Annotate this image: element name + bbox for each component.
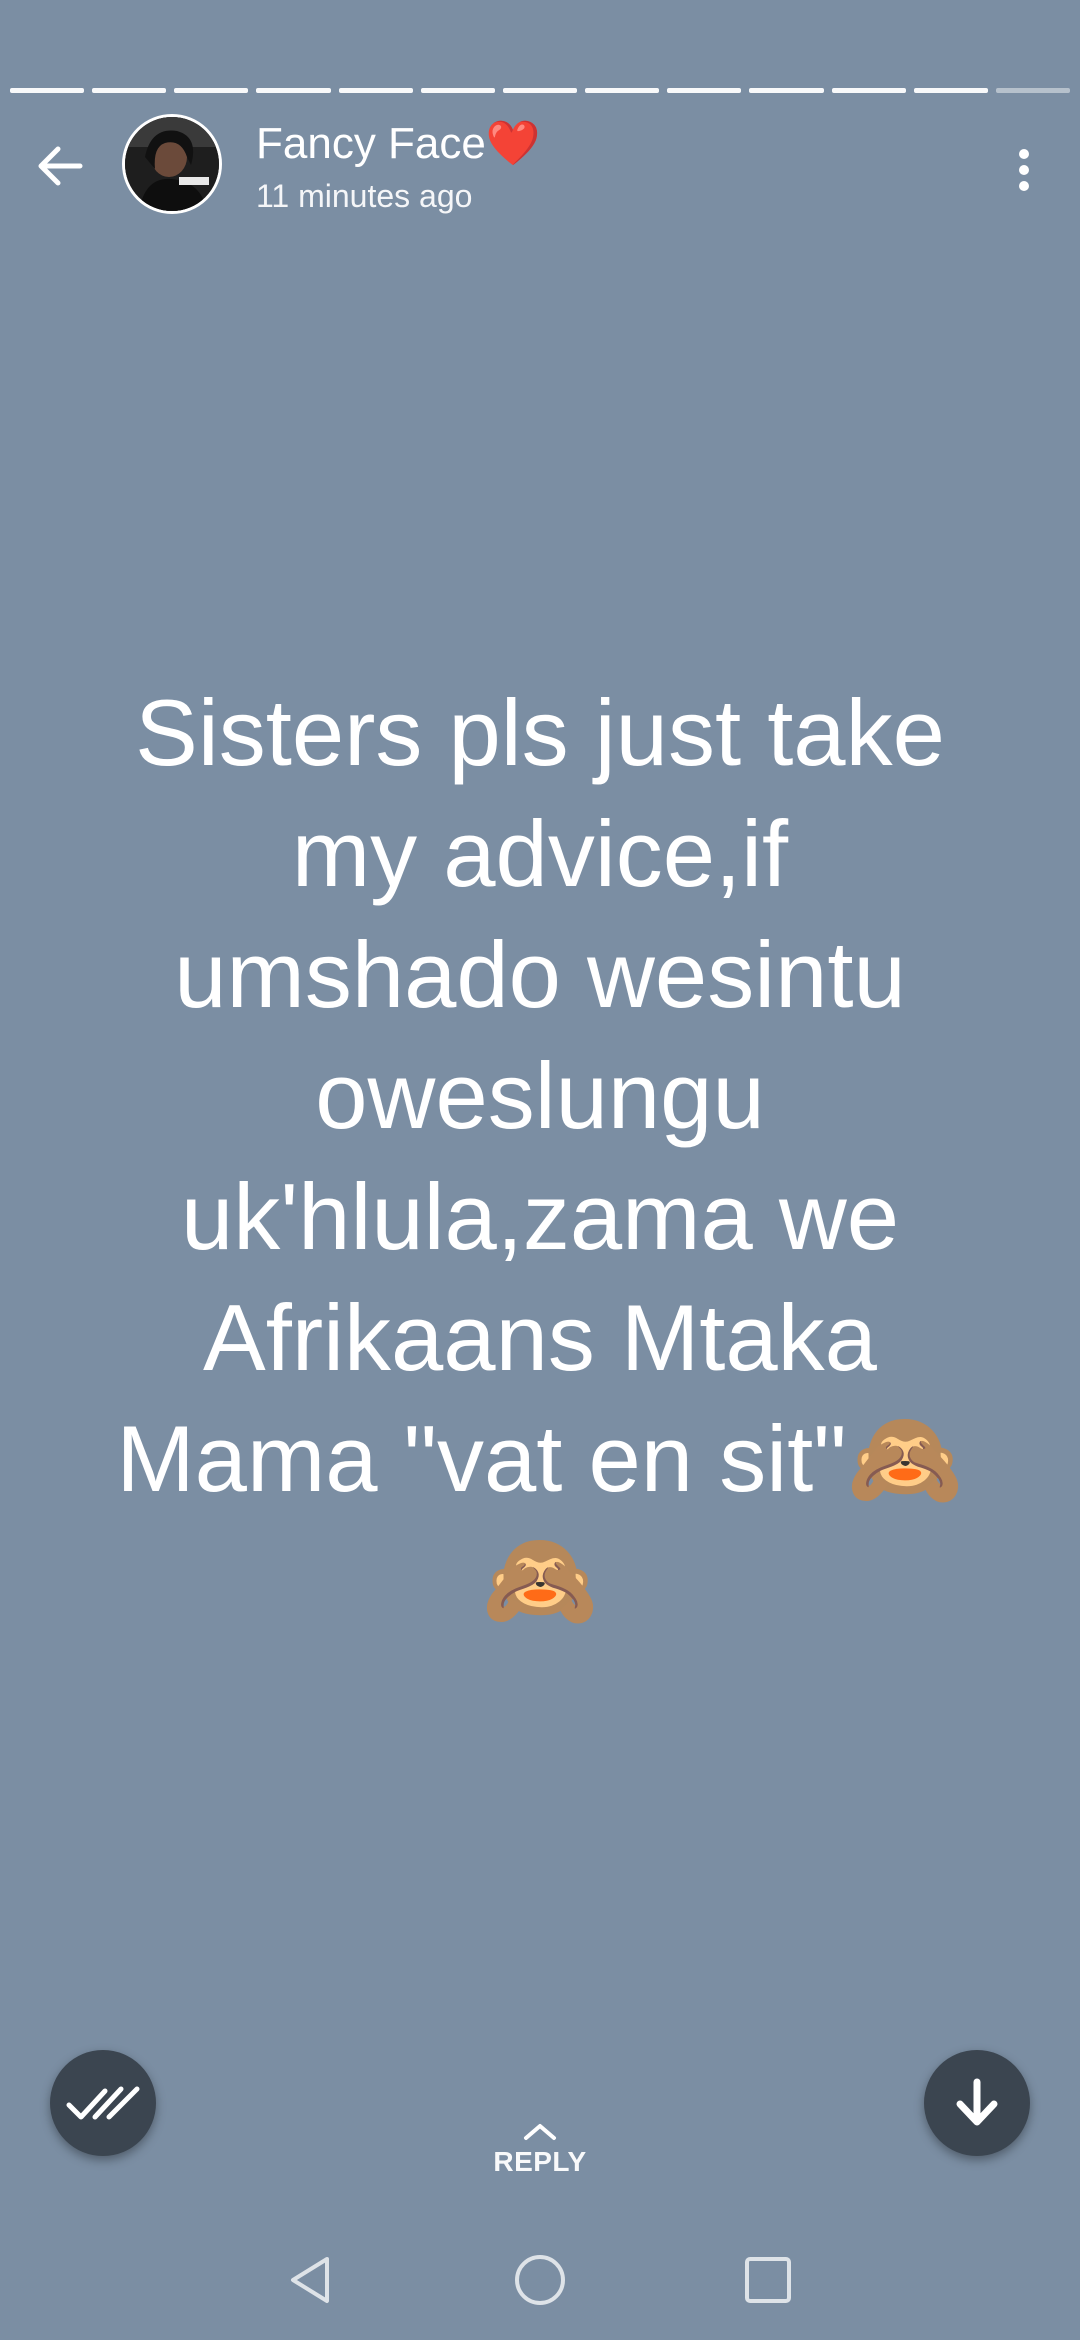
progress-segment xyxy=(338,88,413,93)
progress-segment xyxy=(10,88,85,93)
progress-segment xyxy=(667,88,742,93)
progress-segment xyxy=(502,88,578,93)
progress-segment xyxy=(256,88,331,93)
reply-button[interactable]: REPLY xyxy=(440,2118,640,2198)
triangle-back-icon xyxy=(291,2257,329,2303)
progress-segment xyxy=(913,88,988,93)
square-recents-icon xyxy=(745,2257,791,2303)
status-viewer: Fancy Face❤️ 11 minutes ago Sisters pls … xyxy=(0,0,1080,2340)
reply-label: REPLY xyxy=(493,2146,587,2177)
nav-home-button[interactable] xyxy=(510,2250,570,2310)
progress-segment xyxy=(995,88,1071,93)
nav-recents-button[interactable] xyxy=(738,2250,798,2310)
download-button[interactable] xyxy=(924,2050,1030,2156)
circle-home-icon xyxy=(515,2255,565,2305)
double-check-icon xyxy=(66,2086,140,2120)
status-timestamp: 11 minutes ago xyxy=(256,178,473,214)
more-options-button[interactable] xyxy=(1000,134,1048,206)
avatar-photo xyxy=(125,117,219,211)
nav-back-button[interactable] xyxy=(280,2250,340,2310)
system-navigation-bar xyxy=(0,2220,1080,2340)
progress-segment xyxy=(749,88,824,93)
progress-segment xyxy=(585,88,660,93)
chevron-up-icon xyxy=(524,2124,556,2140)
contact-name-text: Fancy Face xyxy=(256,119,486,168)
progress-segment xyxy=(174,88,249,93)
progress-segment xyxy=(92,88,167,93)
contact-name: Fancy Face❤️ xyxy=(256,118,541,170)
viewed-by-button[interactable] xyxy=(50,2050,156,2156)
arrow-left-icon xyxy=(38,146,83,186)
progress-segment xyxy=(831,88,906,93)
status-progress-bar xyxy=(10,88,1071,94)
status-text: Sisters pls just take my advice,if umsha… xyxy=(116,680,964,1632)
progress-segment xyxy=(420,88,495,93)
arrow-down-icon xyxy=(956,2078,998,2126)
heart-emoji: ❤️ xyxy=(485,119,541,168)
status-header: Fancy Face❤️ 11 minutes ago xyxy=(0,110,1080,220)
avatar[interactable] xyxy=(122,114,222,214)
back-button[interactable] xyxy=(24,130,96,202)
more-vertical-icon xyxy=(1019,149,1029,191)
